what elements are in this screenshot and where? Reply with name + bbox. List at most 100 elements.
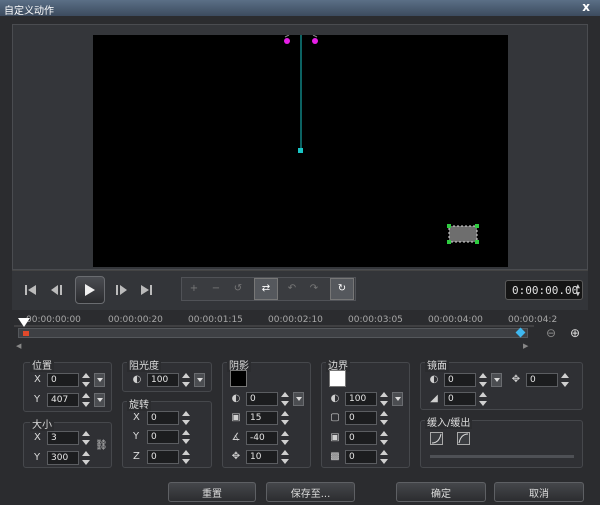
rotation-z-spinner[interactable] — [180, 450, 191, 464]
previous-frame-button[interactable] — [46, 279, 68, 301]
shadow-blur-icon: ▣ — [231, 412, 241, 423]
rotation-label: 旋转 — [127, 396, 151, 411]
shadow-blur-input[interactable]: 15 — [246, 411, 278, 425]
position-x-input[interactable]: 0 — [47, 373, 79, 387]
rotation-y-spinner[interactable] — [180, 430, 191, 444]
mirror-opacity-icon: ◐ — [429, 374, 439, 385]
position-y-input[interactable]: 407 — [47, 393, 79, 407]
shadow-blur-spinner[interactable] — [279, 411, 290, 425]
border-blur-spinner[interactable] — [378, 431, 389, 445]
keyframe-track[interactable] — [18, 327, 528, 338]
add-keyframe-icon[interactable]: + — [188, 283, 200, 295]
size-y-spinner[interactable] — [80, 451, 91, 465]
go-to-end-button[interactable] — [136, 279, 158, 301]
size-label: 大小 — [30, 416, 54, 431]
opacity-icon: ◐ — [132, 374, 142, 385]
border-blur-input[interactable]: 0 — [345, 431, 377, 445]
position-x-label: X — [34, 374, 41, 385]
reset-button[interactable]: 重置 — [168, 482, 256, 502]
border-width-spinner[interactable] — [378, 411, 389, 425]
zoom-in-icon[interactable]: ⊕ — [570, 326, 580, 340]
ruler-label: 00:00:00:20 — [108, 315, 163, 325]
border-color-swatch[interactable] — [329, 370, 346, 387]
opacity-dropdown[interactable] — [194, 373, 205, 387]
position-x-dropdown[interactable] — [94, 373, 105, 387]
opacity-input[interactable]: 100 — [147, 373, 179, 387]
border-softness-spinner[interactable] — [378, 450, 389, 464]
left-top-handle — [284, 38, 290, 44]
rotation-x-input[interactable]: 0 — [147, 411, 179, 425]
reverse-icon[interactable]: ↺ — [232, 283, 244, 295]
opacity-label: 阻光度 — [127, 357, 161, 372]
shadow-opacity-spinner[interactable] — [279, 392, 290, 406]
size-y-input[interactable]: 300 — [47, 451, 79, 465]
rotation-x-spinner[interactable] — [180, 411, 191, 425]
next-frame-button[interactable] — [111, 279, 133, 301]
size-x-spinner[interactable] — [80, 431, 91, 445]
start-keyframe-marker[interactable] — [23, 331, 29, 336]
mirror-fade-spinner[interactable] — [477, 392, 488, 406]
timecode-value: 0:00:00.00 — [512, 283, 579, 297]
title-bar: 自定义动作 x — [0, 0, 600, 17]
border-width-input[interactable]: 0 — [345, 411, 377, 425]
ease-out-button[interactable] — [457, 432, 470, 445]
track-right-arrow-icon[interactable]: ▶ — [523, 342, 528, 350]
move-left-icon[interactable]: ↶ — [286, 283, 298, 295]
mirror-distance-input[interactable]: 0 — [526, 373, 558, 387]
cancel-button[interactable]: 取消 — [494, 482, 584, 502]
play-button[interactable] — [75, 276, 105, 304]
size-x-input[interactable]: 3 — [47, 431, 79, 445]
window-title: 自定义动作 — [4, 6, 54, 17]
skip-end-icon — [141, 285, 152, 295]
timecode-spin-icon[interactable]: ▲ ▼ — [576, 282, 580, 298]
ok-button[interactable]: 确定 — [396, 482, 486, 502]
remove-keyframe-icon[interactable]: − — [210, 283, 222, 295]
size-x-label: X — [34, 432, 41, 443]
mirror-distance-spinner[interactable] — [559, 373, 570, 387]
save-to-button[interactable]: 保存至... — [266, 482, 355, 502]
preview-canvas[interactable] — [93, 34, 508, 267]
border-opacity-dropdown[interactable] — [392, 392, 403, 406]
position-x-spinner[interactable] — [80, 373, 91, 387]
motion-path-overlay[interactable] — [93, 34, 508, 267]
step-back-icon — [51, 285, 62, 295]
shadow-color-swatch[interactable] — [230, 370, 247, 387]
shadow-angle-spinner[interactable] — [279, 431, 290, 445]
timecode-field[interactable]: 0:00:00.00 ▲ ▼ — [505, 280, 583, 300]
opacity-spinner[interactable] — [180, 373, 191, 387]
shadow-opacity-dropdown[interactable] — [293, 392, 304, 406]
zoom-out-icon[interactable]: ⊖ — [546, 326, 556, 340]
ease-in-button[interactable] — [430, 432, 443, 445]
mirror-opacity-dropdown[interactable] — [491, 373, 502, 387]
keyframe-toolbar: + − ↺ ⇄ ↶ ↷ ↻ — [181, 277, 356, 301]
position-y-spinner[interactable] — [80, 393, 91, 407]
shadow-distance-input[interactable]: 10 — [246, 450, 278, 464]
mirror-fade-input[interactable]: 0 — [444, 392, 476, 406]
shadow-opacity-icon: ◐ — [231, 393, 241, 404]
track-left-arrow-icon[interactable]: ◀ — [16, 342, 21, 350]
close-button[interactable]: x — [582, 0, 590, 14]
duplicate-icon: ↻ — [337, 283, 347, 294]
go-to-start-button[interactable] — [20, 279, 42, 301]
border-softness-input[interactable]: 0 — [345, 450, 377, 464]
rotation-y-input[interactable]: 0 — [147, 430, 179, 444]
mirror-opacity-input[interactable]: 0 — [444, 373, 476, 387]
play-icon — [85, 284, 95, 296]
position-y-dropdown[interactable] — [94, 393, 105, 407]
shadow-angle-input[interactable]: -40 — [246, 431, 278, 445]
mirror-opacity-spinner[interactable] — [477, 373, 488, 387]
shadow-opacity-input[interactable]: 0 — [246, 392, 278, 406]
end-keyframe-marker[interactable] — [515, 327, 526, 338]
border-opacity-input[interactable]: 100 — [345, 392, 377, 406]
playhead[interactable] — [18, 318, 30, 328]
swap-icon: ⇄ — [261, 283, 271, 294]
ease-out-icon — [458, 433, 469, 444]
easing-slider[interactable] — [430, 455, 574, 458]
border-opacity-spinner[interactable] — [378, 392, 389, 406]
link-aspect-icon[interactable]: ⛓ — [95, 440, 108, 452]
move-right-icon[interactable]: ↷ — [308, 283, 320, 295]
mirror-fade-icon: ◢ — [430, 393, 438, 404]
shadow-distance-spinner[interactable] — [279, 450, 290, 464]
rotation-z-input[interactable]: 0 — [147, 450, 179, 464]
right-top-handle — [312, 38, 318, 44]
